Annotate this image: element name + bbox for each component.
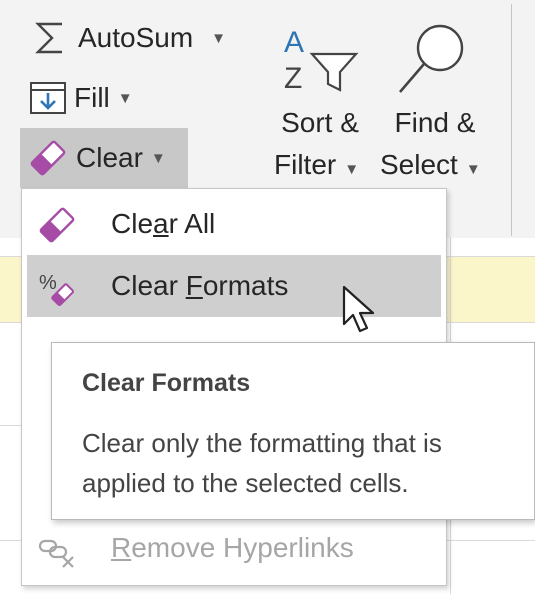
tooltip-line: Clear only the formatting that is — [82, 428, 442, 458]
svg-text:Z: Z — [284, 62, 302, 95]
menu-item-clear-formats[interactable]: % Clear Formats — [27, 255, 441, 317]
svg-text:A: A — [284, 26, 304, 59]
sort-filter-button[interactable]: A Z Sort & Filter ▼ — [270, 18, 370, 188]
menu-item-label: Remove Hyperlinks — [111, 532, 354, 564]
access-key: F — [185, 270, 203, 301]
label-text: Cle — [111, 208, 154, 239]
clear-formats-tooltip: Clear Formats Clear only the formatting … — [51, 342, 535, 520]
fill-down-icon — [30, 82, 66, 114]
find-select-label-line2: Select ▼ — [380, 144, 500, 191]
eraser-icon — [30, 140, 66, 176]
menu-item-label: Clear All — [111, 208, 215, 240]
label-text: Clear — [111, 270, 186, 301]
menu-item-clear-all[interactable]: Clear All — [27, 193, 441, 255]
find-select-label-line1: Find & — [394, 107, 476, 138]
sort-filter-label-text: Filter — [274, 149, 337, 180]
menu-item-remove-hyperlinks[interactable]: Remove Hyperlinks — [27, 517, 441, 579]
sort-filter-label-line1: Sort & — [281, 107, 359, 138]
access-key: a — [153, 208, 169, 239]
find-select-button[interactable]: Find & Select ▼ — [380, 18, 490, 188]
eraser-icon — [39, 207, 75, 243]
clear-formats-icon: % — [39, 272, 74, 306]
tooltip-description: Clear only the formatting that is applie… — [82, 423, 534, 503]
sigma-icon — [35, 22, 62, 54]
magnifier-icon — [399, 24, 464, 93]
clear-dropdown-arrow: ▼ — [150, 149, 166, 167]
label-text: ormats — [202, 270, 289, 301]
autosum-dropdown-arrow: ▼ — [211, 29, 227, 47]
tooltip-line: applied to the selected cells. — [82, 468, 409, 498]
clear-button[interactable]: Clear ▼ — [20, 128, 188, 188]
clear-label: Clear — [76, 142, 143, 173]
svg-text:%: % — [39, 272, 57, 294]
autosum-label: AutoSum — [78, 22, 194, 53]
mouse-pointer-icon — [342, 285, 375, 333]
sort-filter-dropdown-arrow: ▼ — [344, 161, 360, 178]
tooltip-title: Clear Formats — [82, 369, 251, 397]
label-text: r All — [168, 208, 216, 239]
menu-item-label: Clear Formats — [111, 270, 288, 302]
fill-dropdown-arrow: ▼ — [117, 89, 133, 107]
label-text: emove Hyperlinks — [131, 532, 354, 563]
sort-filter-icon: A Z — [284, 26, 359, 95]
autosum-button[interactable]: AutoSum ▼ — [30, 16, 226, 60]
access-key: R — [111, 532, 132, 563]
remove-hyperlink-icon — [38, 539, 74, 568]
find-select-label-text: Select — [380, 149, 458, 180]
ribbon-separator — [511, 4, 512, 236]
fill-label: Fill — [74, 82, 110, 113]
fill-button[interactable]: Fill ▼ — [28, 76, 133, 120]
sort-filter-label-line2: Filter ▼ — [270, 144, 394, 191]
find-select-dropdown-arrow: ▼ — [465, 161, 481, 178]
